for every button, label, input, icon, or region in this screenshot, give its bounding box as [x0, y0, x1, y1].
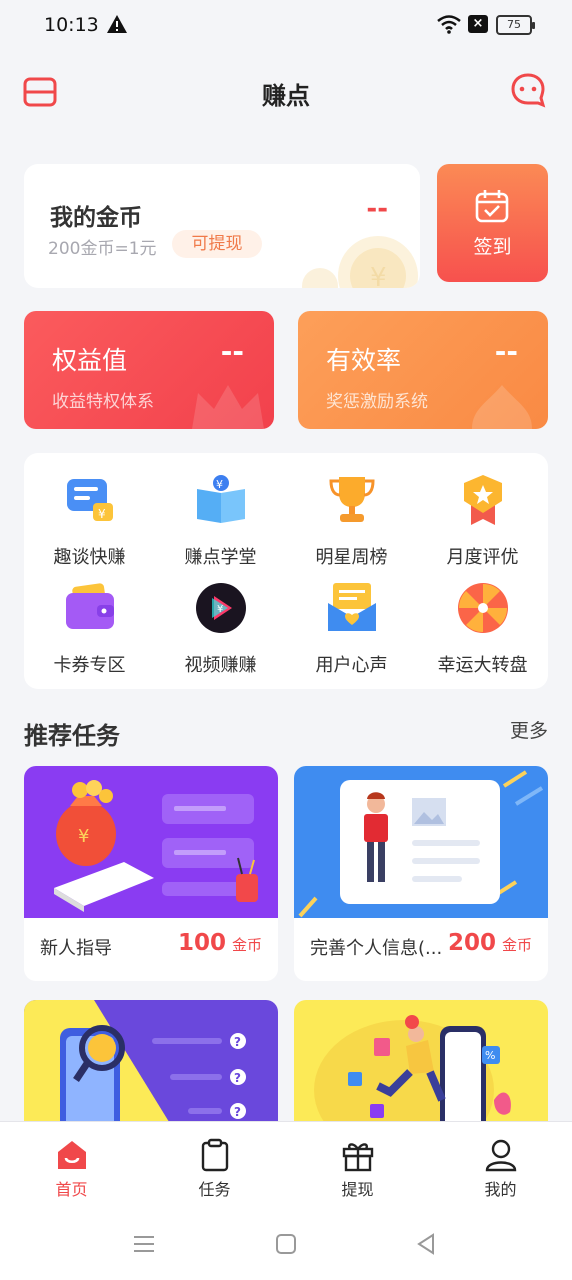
- task-reward: 100 金币: [178, 930, 262, 956]
- task-card-newbie[interactable]: ¥ 新人指导 100 金币: [24, 766, 278, 981]
- lotus-icon: [472, 385, 532, 429]
- stat-title: 有效率: [326, 346, 402, 375]
- user-icon: [485, 1139, 517, 1172]
- section-title: 推荐任务: [24, 722, 120, 750]
- task-illustration-newbie: ¥: [24, 766, 278, 918]
- task-illustration-search: ? ? ?: [24, 1000, 278, 1130]
- task-card-shopping[interactable]: %: [294, 1000, 548, 1130]
- svg-text:¥: ¥: [78, 826, 89, 847]
- nav-label: 我的: [484, 1180, 517, 1199]
- svg-text:¥: ¥: [98, 507, 106, 521]
- system-nav-bar: [0, 1211, 572, 1280]
- coin-rate: 200金币=1元: [48, 239, 157, 259]
- lucky-wheel-icon: [458, 583, 508, 633]
- stat-value: --: [494, 335, 518, 368]
- feature-label: 月度评优: [446, 547, 519, 568]
- clipboard-icon: [201, 1138, 229, 1172]
- svg-text:%: %: [485, 1049, 495, 1062]
- equity-value-card[interactable]: 权益值 收益特权体系 --: [24, 311, 274, 429]
- nav-tasks[interactable]: 任务: [143, 1136, 286, 1206]
- warning-icon: [107, 15, 127, 33]
- page-title: 赚点: [262, 82, 310, 110]
- efficiency-card[interactable]: 有效率 奖惩激励系统 --: [298, 311, 548, 429]
- home-icon: [58, 1141, 86, 1169]
- more-link[interactable]: 更多: [510, 716, 548, 743]
- heart-envelope-icon: [328, 583, 376, 631]
- feature-label: 视频赚赚: [184, 655, 257, 676]
- sign-in-button[interactable]: 签到: [437, 164, 548, 282]
- crown-icon: [192, 385, 264, 429]
- message-icon[interactable]: [510, 72, 546, 108]
- feature-label: 赚点学堂: [184, 547, 257, 568]
- feature-user-voice[interactable]: 用户心声: [286, 567, 417, 676]
- stat-title: 权益值: [52, 346, 128, 375]
- stat-subtitle: 奖惩激励系统: [326, 392, 428, 412]
- reward-unit: 金币: [501, 936, 532, 954]
- feature-lucky-wheel[interactable]: 幸运大转盘: [417, 567, 548, 676]
- svg-text:¥: ¥: [370, 263, 387, 288]
- nav-label: 任务: [198, 1180, 231, 1199]
- svg-text:¥: ¥: [216, 478, 223, 491]
- status-time: 10:13: [44, 14, 99, 36]
- nav-label: 首页: [55, 1180, 88, 1199]
- app-header: 赚点: [0, 62, 572, 122]
- feature-video[interactable]: ¥ 视频赚赚: [155, 567, 286, 676]
- feature-label: 趣谈快赚: [53, 547, 126, 568]
- stat-subtitle: 收益特权体系: [52, 392, 154, 412]
- feature-label: 幸运大转盘: [437, 655, 528, 676]
- home-button-icon[interactable]: [273, 1231, 299, 1257]
- bottom-navigation: 首页 任务 提现 我的: [0, 1121, 572, 1211]
- trophy-icon: [329, 477, 375, 522]
- coin-value: --: [366, 194, 388, 224]
- medal-icon: [464, 475, 502, 525]
- svg-text:¥: ¥: [217, 604, 223, 615]
- feature-grid: ¥ 趣谈快赚 ¥ 赚点学堂 明星周榜 月度评优 卡券专区 ¥ 视频赚赚 用户心声…: [24, 453, 548, 689]
- task-illustration-shopping: %: [294, 1000, 548, 1130]
- reward-amount: 200: [447, 930, 496, 956]
- coins-illustration: ¥: [302, 236, 418, 288]
- feature-star-ranking[interactable]: 明星周榜: [286, 459, 417, 568]
- wifi-icon: [437, 15, 461, 34]
- my-coins-card[interactable]: 我的金币 200金币=1元 可提现 -- ¥: [24, 164, 420, 288]
- nav-home[interactable]: 首页: [0, 1136, 143, 1206]
- task-card-profile[interactable]: 完善个人信息(... 200 金币: [294, 766, 548, 981]
- feature-monthly-award[interactable]: 月度评优: [417, 459, 548, 568]
- task-illustration-profile: [294, 766, 548, 918]
- recent-apps-icon[interactable]: [131, 1231, 157, 1257]
- wallet-icon: [66, 583, 114, 629]
- book-coin-icon: ¥: [197, 475, 245, 523]
- feature-school[interactable]: ¥ 赚点学堂: [155, 459, 286, 568]
- chat-bubble-coin-icon: ¥: [67, 479, 113, 521]
- task-card-search[interactable]: ? ? ?: [24, 1000, 278, 1130]
- feature-label: 用户心声: [315, 655, 388, 676]
- withdrawable-badge: 可提现: [172, 230, 262, 258]
- feature-coupons[interactable]: 卡券专区: [24, 567, 155, 676]
- task-reward: 200 金币: [448, 930, 532, 956]
- stat-value: --: [220, 335, 244, 368]
- reward-amount: 100: [177, 930, 226, 956]
- calendar-check-icon: [475, 190, 509, 223]
- feature-quick-chat[interactable]: ¥ 趣谈快赚: [24, 459, 155, 568]
- status-bar: 10:13 × 75: [0, 0, 572, 52]
- no-sim-icon: ×: [468, 15, 488, 33]
- feature-label: 明星周榜: [315, 547, 388, 568]
- sign-in-label: 签到: [473, 236, 512, 258]
- svg-text:?: ?: [234, 1105, 241, 1119]
- nav-withdraw[interactable]: 提现: [286, 1136, 429, 1206]
- nav-label: 提现: [341, 1180, 374, 1199]
- gift-icon: [342, 1143, 374, 1172]
- nav-profile[interactable]: 我的: [429, 1136, 572, 1206]
- coin-title: 我的金币: [50, 205, 142, 231]
- svg-text:?: ?: [234, 1071, 241, 1085]
- back-icon[interactable]: [413, 1231, 439, 1257]
- reward-unit: 金币: [231, 936, 262, 954]
- battery-indicator: 75: [496, 15, 535, 35]
- task-name: 完善个人信息(...: [310, 938, 443, 959]
- video-play-icon: ¥: [196, 583, 246, 633]
- task-name: 新人指导: [40, 938, 112, 959]
- svg-text:?: ?: [234, 1035, 241, 1049]
- feature-label: 卡券专区: [53, 655, 126, 676]
